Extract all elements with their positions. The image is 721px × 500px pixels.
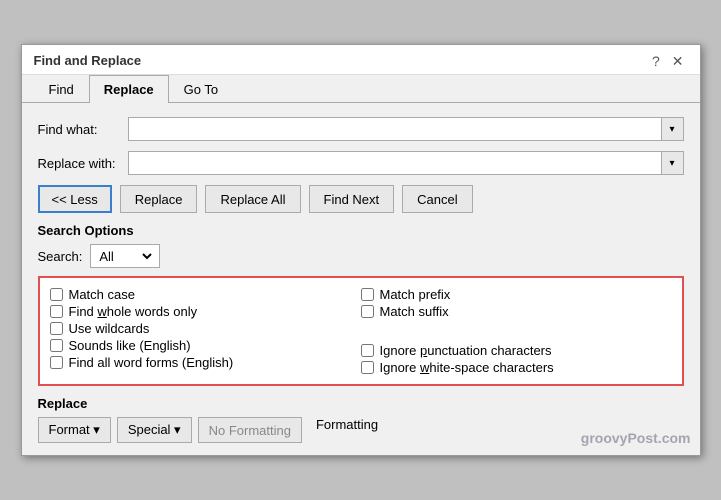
title-bar: Find and Replace ? ✕: [22, 45, 700, 75]
wildcards-checkbox[interactable]: [50, 322, 63, 335]
replace-with-row: Replace with: ▾: [38, 151, 684, 175]
match-suffix-label: Match suffix: [380, 304, 449, 319]
find-what-label: Find what:: [38, 122, 128, 137]
left-options: Match case Find whole words only Use wil…: [50, 286, 361, 376]
cancel-button[interactable]: Cancel: [402, 185, 472, 213]
tab-goto[interactable]: Go To: [169, 75, 233, 103]
match-prefix-label: Match prefix: [380, 287, 451, 302]
checkbox-match-prefix: Match prefix: [361, 286, 672, 303]
find-what-row: Find what: ▾: [38, 117, 684, 141]
search-row: Search: All Up Down: [38, 244, 684, 268]
close-button[interactable]: ✕: [668, 54, 688, 68]
checkbox-wildcards: Use wildcards: [50, 320, 361, 337]
formatting-label: Formatting: [316, 417, 378, 443]
find-what-input[interactable]: [128, 117, 662, 141]
replace-section-label: Replace: [38, 396, 684, 411]
match-suffix-checkbox[interactable]: [361, 305, 374, 318]
search-options-label: Search Options: [38, 223, 684, 238]
checkbox-whole-words: Find whole words only: [50, 303, 361, 320]
less-button[interactable]: << Less: [38, 185, 112, 213]
checkbox-match-suffix: Match suffix: [361, 303, 672, 320]
tab-find[interactable]: Find: [34, 75, 89, 103]
ignore-space-checkbox[interactable]: [361, 361, 374, 374]
ignore-space-label: Ignore white-space characters: [380, 360, 554, 375]
find-what-dropdown[interactable]: ▾: [662, 117, 684, 141]
replace-button[interactable]: Replace: [120, 185, 198, 213]
replace-section: Replace Format ▾ Special ▾ No Formatting…: [38, 396, 684, 443]
sounds-like-label: Sounds like (English): [69, 338, 191, 353]
dialog-content: Find what: ▾ Replace with: ▾ << Less Rep…: [22, 103, 700, 455]
checkbox-sounds-like: Sounds like (English): [50, 337, 361, 354]
checkbox-ignore-space: Ignore white-space characters: [361, 359, 672, 376]
format-button[interactable]: Format ▾: [38, 417, 111, 443]
options-grid: Match case Find whole words only Use wil…: [50, 286, 672, 376]
replace-with-label: Replace with:: [38, 156, 128, 171]
replace-with-dropdown[interactable]: ▾: [662, 151, 684, 175]
action-buttons-row: << Less Replace Replace All Find Next Ca…: [38, 185, 684, 213]
match-prefix-checkbox[interactable]: [361, 288, 374, 301]
ignore-punct-checkbox[interactable]: [361, 344, 374, 357]
no-formatting-button[interactable]: No Formatting: [198, 417, 302, 443]
ignore-punct-label: Ignore punctuation characters: [380, 343, 552, 358]
sounds-like-checkbox[interactable]: [50, 339, 63, 352]
find-replace-dialog: Find and Replace ? ✕ Find Replace Go To …: [21, 44, 701, 456]
search-select-wrap[interactable]: All Up Down: [90, 244, 160, 268]
match-case-checkbox[interactable]: [50, 288, 63, 301]
dialog-title: Find and Replace: [34, 53, 142, 68]
replace-all-button[interactable]: Replace All: [205, 185, 300, 213]
word-forms-label: Find all word forms (English): [69, 355, 234, 370]
checkbox-match-case: Match case: [50, 286, 361, 303]
bottom-buttons: Format ▾ Special ▾ No Formatting Formatt…: [38, 417, 684, 443]
options-box: Match case Find whole words only Use wil…: [38, 276, 684, 386]
find-next-button[interactable]: Find Next: [309, 185, 395, 213]
right-options: Match prefix Match suffix Ignore punctua…: [361, 286, 672, 376]
match-case-label: Match case: [69, 287, 135, 302]
wildcards-label: Use wildcards: [69, 321, 150, 336]
checkbox-ignore-punct: Ignore punctuation characters: [361, 342, 672, 359]
tab-replace[interactable]: Replace: [89, 75, 169, 103]
search-select[interactable]: All Up Down: [95, 248, 155, 265]
replace-with-input-wrap: ▾: [128, 151, 684, 175]
special-button[interactable]: Special ▾: [117, 417, 192, 443]
search-label: Search:: [38, 249, 83, 264]
find-what-input-wrap: ▾: [128, 117, 684, 141]
help-button[interactable]: ?: [648, 54, 664, 68]
checkbox-word-forms: Find all word forms (English): [50, 354, 361, 371]
whole-words-label: Find whole words only: [69, 304, 198, 319]
whole-words-checkbox[interactable]: [50, 305, 63, 318]
tabs: Find Replace Go To: [22, 75, 700, 103]
word-forms-checkbox[interactable]: [50, 356, 63, 369]
replace-with-input[interactable]: [128, 151, 662, 175]
